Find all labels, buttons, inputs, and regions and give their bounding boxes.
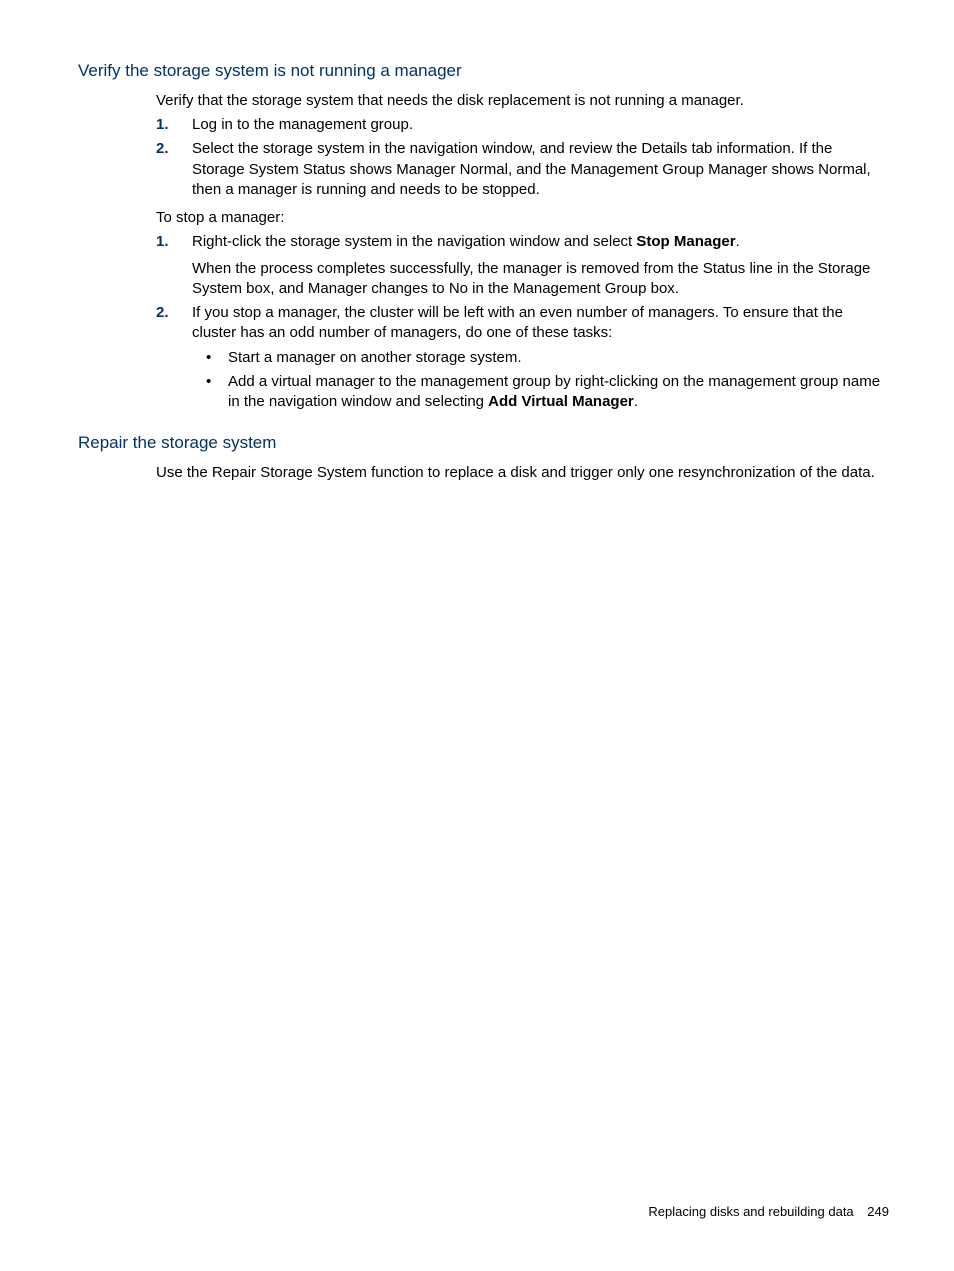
stop-manager-bold: Stop Manager — [636, 233, 735, 250]
list-item: Select the storage system in the navigat… — [156, 139, 889, 200]
bullet-text-suffix: . — [634, 393, 638, 410]
stop-manager-steps-list: Right-click the storage system in the na… — [156, 232, 889, 412]
verify-intro-text: Verify that the storage system that need… — [156, 91, 889, 111]
verify-steps-list: Log in to the management group. Select t… — [156, 115, 889, 200]
section-heading-repair: Repair the storage system — [78, 432, 889, 455]
list-item: Start a manager on another storage syste… — [192, 348, 889, 368]
list-item: Right-click the storage system in the na… — [156, 232, 889, 299]
step-text: If you stop a manager, the cluster will … — [192, 304, 843, 341]
sub-bullets: Start a manager on another storage syste… — [192, 348, 889, 413]
add-virtual-manager-bold: Add Virtual Manager — [488, 393, 634, 410]
step-text-prefix: Right-click the storage system in the na… — [192, 233, 636, 250]
list-item: If you stop a manager, the cluster will … — [156, 303, 889, 412]
step-text-suffix: . — [736, 233, 740, 250]
list-item: Add a virtual manager to the management … — [192, 372, 889, 413]
stop-manager-intro: To stop a manager: — [156, 208, 889, 228]
footer-page-number: 249 — [867, 1204, 889, 1219]
list-item: Log in to the management group. — [156, 115, 889, 135]
step-sub-paragraph: When the process completes successfully,… — [192, 259, 889, 300]
page-footer: Replacing disks and rebuilding data 249 — [648, 1203, 889, 1221]
footer-title: Replacing disks and rebuilding data — [648, 1204, 853, 1219]
repair-body-text: Use the Repair Storage System function t… — [156, 463, 889, 483]
section-heading-verify: Verify the storage system is not running… — [78, 60, 889, 83]
